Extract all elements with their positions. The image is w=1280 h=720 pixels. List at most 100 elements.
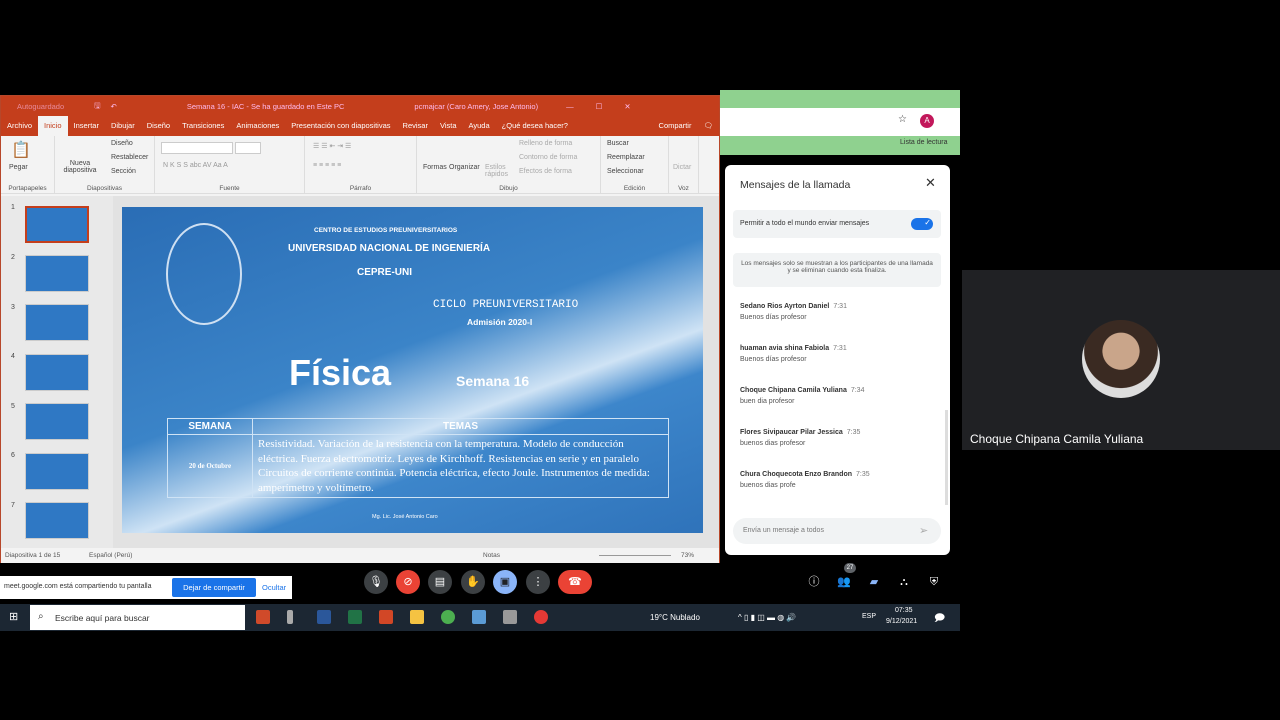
shape-outline-button[interactable]: Contorno de forma (519, 154, 577, 161)
excel-icon[interactable] (348, 610, 362, 624)
maximize-button[interactable]: ☐ (596, 102, 603, 111)
replace-button[interactable]: Reemplazar (607, 154, 645, 161)
send-icon[interactable]: ➢ (919, 524, 928, 537)
input-language[interactable]: ESP (862, 613, 876, 620)
system-tray-icons[interactable]: ^ ▯ ▮ ◫ ▬ ◍ 🔊 (738, 613, 796, 622)
chat-icon[interactable]: ▰ (862, 570, 886, 594)
weather-widget[interactable]: 19°C Nublado (650, 613, 700, 622)
layout-button[interactable]: Diseño (111, 140, 133, 147)
info-icon[interactable]: ⓘ (802, 570, 826, 594)
camera-off-button[interactable]: ⊘ (396, 570, 420, 594)
microphone-button[interactable]: 🎙 (364, 570, 388, 594)
shape-effects-button[interactable]: Efectos de forma (519, 168, 572, 175)
align-buttons[interactable]: ≡ ≡ ≡ ≡ ≡ (313, 162, 341, 169)
chat-input[interactable]: Envía un mensaje a todos ➢ (733, 518, 941, 544)
hide-button[interactable]: Ocultar (262, 583, 286, 592)
activities-icon[interactable]: ⛬ (892, 570, 916, 594)
tab-ayuda[interactable]: Ayuda (463, 116, 496, 136)
windows-start-icon[interactable]: ⊞ (9, 610, 18, 623)
select-button[interactable]: Seleccionar (607, 168, 644, 175)
tab-archivo[interactable]: Archivo (1, 116, 38, 136)
present-button[interactable]: ▣ (493, 570, 517, 594)
word-icon[interactable] (317, 610, 331, 624)
thumb-number: 4 (11, 353, 15, 360)
slide-canvas[interactable]: CENTRO DE ESTUDIOS PREUNIVERSITARIOS UNI… (122, 207, 703, 533)
slide-thumbnail-1[interactable] (25, 206, 89, 243)
clock-date[interactable]: 9/12/2021 (886, 618, 917, 625)
save-icon[interactable]: 🖫 (94, 100, 100, 113)
paste-button[interactable]: Pegar (9, 164, 28, 171)
zoom-level[interactable]: 73% (681, 552, 694, 559)
star-icon[interactable]: ☆ (898, 114, 907, 125)
font-name-select[interactable] (161, 142, 233, 154)
share-button[interactable]: Compartir (653, 116, 698, 136)
tab-transiciones[interactable]: Transiciones (176, 116, 230, 136)
tab-diseno[interactable]: Diseño (141, 116, 176, 136)
allow-messages-toggle[interactable]: ✓ (911, 218, 933, 230)
allow-messages-row: Permitir a todo el mundo enviar mensajes… (733, 210, 941, 238)
reset-button[interactable]: Restablecer (111, 154, 148, 161)
slide-count: Diapositiva 1 de 15 (5, 552, 61, 559)
tab-dibujar[interactable]: Dibujar (105, 116, 141, 136)
group-label: Dibujo (499, 185, 518, 192)
zoom-slider[interactable] (599, 555, 671, 556)
section-button[interactable]: Sección (111, 168, 136, 175)
group-dibujo: Formas Organizar Estilos rápidos Relleno… (417, 136, 601, 194)
list-buttons[interactable]: ☰ ☰ ⇤ ⇥ ☰ (313, 142, 351, 150)
shapes-button[interactable]: Formas (423, 164, 447, 171)
app-icon[interactable] (503, 610, 517, 624)
tab-revisar[interactable]: Revisar (397, 116, 434, 136)
dictate-button[interactable]: Dictar (673, 164, 691, 171)
autosave-toggle[interactable]: Autoguardado (17, 102, 64, 111)
more-options-button[interactable]: ⋮ (526, 570, 550, 594)
slide-thumbnail-2[interactable] (25, 255, 89, 292)
tab-animaciones[interactable]: Animaciones (230, 116, 285, 136)
app-icon[interactable] (287, 610, 293, 624)
arrange-button[interactable]: Organizar (449, 164, 480, 171)
notifications-icon[interactable]: 🗩 (934, 611, 945, 628)
sender: huaman avia shina Fabiola (740, 345, 830, 352)
close-button[interactable]: ✕ (624, 102, 630, 111)
group-voz: Dictar Voz (669, 136, 699, 194)
people-icon[interactable]: 👥 (832, 570, 856, 594)
leave-call-button[interactable]: ☎ (558, 570, 592, 594)
tab-insertar[interactable]: Insertar (68, 116, 105, 136)
comments-icon[interactable]: 🗨 (697, 116, 719, 136)
notes-button[interactable]: Notas (483, 552, 500, 559)
reading-list-button[interactable]: Lista de lectura (900, 139, 947, 146)
host-controls-icon[interactable]: ⛨ (922, 570, 946, 594)
chrome-profile-icon[interactable] (534, 610, 548, 624)
font-size-select[interactable] (235, 142, 261, 154)
slide-thumbnail-3[interactable] (25, 304, 89, 341)
font-format-buttons[interactable]: N K S S abc AV Aa A (163, 162, 228, 169)
stop-sharing-button[interactable]: Dejar de compartir (172, 578, 256, 597)
slide-thumbnail-7[interactable] (25, 502, 89, 539)
find-button[interactable]: Buscar (607, 140, 629, 147)
taskbar-search[interactable]: ⌕ Escribe aquí para buscar (30, 605, 245, 630)
app-icon[interactable] (256, 610, 270, 624)
profile-avatar[interactable]: A (920, 114, 934, 128)
slide-thumbnail-4[interactable] (25, 354, 89, 391)
undo-icon[interactable]: ↶ (111, 102, 117, 111)
quick-styles-button[interactable]: Estilos rápidos (485, 164, 509, 178)
slide-thumbnail-5[interactable] (25, 403, 89, 440)
tab-inicio[interactable]: Inicio (38, 116, 68, 136)
tab-vista[interactable]: Vista (434, 116, 463, 136)
new-slide-button[interactable]: Nueva diapositiva (59, 160, 101, 174)
shape-fill-button[interactable]: Relleno de forma (519, 140, 572, 147)
clock-time[interactable]: 07:35 (895, 607, 913, 614)
tell-me-search[interactable]: ¿Qué desea hacer? (496, 116, 574, 136)
slide-thumbnail-6[interactable] (25, 453, 89, 490)
raise-hand-button[interactable]: ✋ (461, 570, 485, 594)
minimize-button[interactable]: — (566, 102, 574, 111)
powerpoint-icon[interactable] (379, 610, 393, 624)
file-explorer-icon[interactable] (410, 610, 424, 624)
captions-button[interactable]: ▤ (428, 570, 452, 594)
chat-scrollbar[interactable] (945, 410, 948, 505)
chrome-icon[interactable] (441, 610, 455, 624)
close-icon[interactable]: ✕ (925, 175, 936, 191)
group-label: Diapositivas (86, 185, 123, 192)
language[interactable]: Español (Perú) (89, 552, 132, 559)
app-icon[interactable] (472, 610, 486, 624)
tab-presentacion[interactable]: Presentación con diapositivas (285, 116, 396, 136)
